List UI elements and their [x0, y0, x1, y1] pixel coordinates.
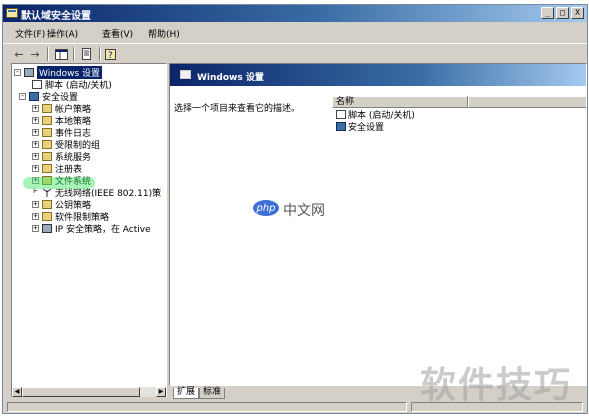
tree-item-label: IP 安全策略，在 Active — [55, 225, 151, 235]
title-bar: 默认域安全设置 _ □ X — [3, 5, 587, 22]
console-tree[interactable]: - Windows 设置 脚本 (启动/关机) - 安全设置 + 帐户策略 + … — [11, 63, 167, 397]
expand-icon[interactable]: + — [32, 141, 39, 148]
tree-item-windows-settings[interactable]: - Windows 设置 — [14, 66, 103, 79]
view-tabs: 扩展 标准 — [169, 388, 587, 399]
folder-icon — [42, 140, 52, 149]
collapse-icon[interactable]: - — [14, 69, 21, 76]
scroll-left-icon[interactable]: ◀ — [12, 387, 22, 397]
tree-item-local-policies[interactable]: + 本地策略 — [32, 115, 91, 127]
scroll-thumb[interactable] — [22, 387, 140, 397]
tree-item-restricted-groups[interactable]: + 受限制的组 — [32, 139, 100, 151]
folder-icon — [42, 116, 52, 125]
expand-icon[interactable]: + — [32, 165, 39, 172]
tree-item-security-settings[interactable]: - 安全设置 — [19, 91, 78, 103]
list-item-scripts[interactable]: 脚本 (启动/关机) — [336, 109, 415, 121]
minimize-button[interactable]: _ — [541, 7, 554, 19]
menu-bar: 文件(F) 操作(A) 查看(V) 帮助(H) — [3, 24, 587, 41]
security-icon — [336, 122, 346, 131]
toolbar-separator — [47, 47, 49, 61]
tree-item-registry[interactable]: + 注册表 — [32, 163, 82, 175]
list-header: 名称 — [332, 96, 586, 108]
tree-connector: ⊢ — [32, 187, 39, 196]
tree-item-scripts[interactable]: 脚本 (启动/关机) — [32, 79, 112, 91]
tree-item-software-restriction[interactable]: + 软件限制策略 — [32, 211, 109, 223]
details-title: Windows 设置 — [197, 73, 264, 83]
details-pane: Windows 设置 选择一个项目来查看它的描述。 名称 脚本 (启动/关机) … — [169, 63, 587, 386]
tab-extended[interactable]: 扩展 — [173, 388, 200, 399]
expand-icon[interactable]: + — [32, 213, 39, 220]
document-icon — [336, 110, 346, 119]
description-text: 选择一个项目来查看它的描述。 — [174, 104, 301, 114]
column-name[interactable]: 名称 — [332, 96, 468, 108]
status-cell — [7, 402, 407, 412]
toolbar-separator — [73, 47, 75, 61]
expand-icon[interactable]: + — [32, 117, 39, 124]
tree-item-ip-security[interactable]: + IP 安全策略，在 Active — [32, 223, 151, 235]
tree-item-event-log[interactable]: + 事件日志 — [32, 127, 91, 139]
folder-icon — [180, 70, 191, 79]
help-icon[interactable]: ? — [103, 47, 119, 61]
menu-file[interactable]: 文件(F) — [15, 27, 45, 40]
ip-security-icon — [42, 224, 52, 233]
tree-item-public-key-policies[interactable]: + 公钥策略 — [32, 199, 91, 211]
scroll-right-icon[interactable]: ▶ — [156, 387, 166, 397]
computer-icon — [24, 68, 34, 77]
menu-help[interactable]: 帮助(H) — [148, 27, 180, 40]
folder-icon — [42, 212, 52, 221]
toolbar: ← → ? — [3, 43, 587, 64]
column-blank[interactable] — [468, 96, 586, 108]
antenna-icon — [42, 188, 52, 197]
export-list-icon[interactable] — [79, 47, 95, 61]
document-icon — [32, 80, 42, 89]
app-icon — [6, 8, 18, 18]
list-item-security-settings[interactable]: 安全设置 — [336, 121, 385, 133]
expand-icon[interactable]: + — [32, 105, 39, 112]
window-title: 默认域安全设置 — [21, 11, 91, 22]
svg-text:?: ? — [108, 51, 113, 60]
folder-icon — [42, 200, 52, 209]
highlight-marker — [23, 177, 95, 189]
folder-icon — [42, 164, 52, 173]
status-bar — [3, 401, 587, 413]
expand-icon[interactable]: + — [32, 129, 39, 136]
expand-icon[interactable]: + — [32, 201, 39, 208]
expand-icon[interactable]: + — [32, 153, 39, 160]
folder-icon — [42, 128, 52, 137]
expand-icon[interactable]: + — [32, 225, 39, 232]
close-button[interactable]: X — [571, 7, 584, 19]
toolbar-separator — [99, 47, 101, 61]
tree-item-account-policies[interactable]: + 帐户策略 — [32, 103, 91, 115]
folder-icon — [42, 104, 52, 113]
folder-icon — [42, 152, 52, 161]
tree-horizontal-scrollbar[interactable]: ◀ ▶ — [12, 387, 166, 397]
collapse-icon[interactable]: - — [19, 93, 26, 100]
menu-action[interactable]: 操作(A) — [47, 27, 78, 40]
forward-arrow-icon[interactable]: → — [27, 47, 43, 61]
show-hide-tree-icon[interactable] — [53, 47, 69, 61]
security-icon — [29, 92, 39, 101]
list-item-label: 安全设置 — [348, 123, 385, 133]
menu-view[interactable]: 查看(V) — [102, 27, 133, 40]
tree-item-system-services[interactable]: + 系统服务 — [32, 151, 91, 163]
details-header: Windows 设置 — [170, 64, 586, 86]
maximize-button[interactable]: □ — [556, 7, 569, 19]
status-cell — [411, 402, 583, 412]
back-arrow-icon[interactable]: ← — [11, 47, 27, 61]
mmc-window: 默认域安全设置 _ □ X 文件(F) 操作(A) 查看(V) 帮助(H) ← … — [2, 4, 588, 414]
tab-standard[interactable]: 标准 — [199, 388, 226, 399]
